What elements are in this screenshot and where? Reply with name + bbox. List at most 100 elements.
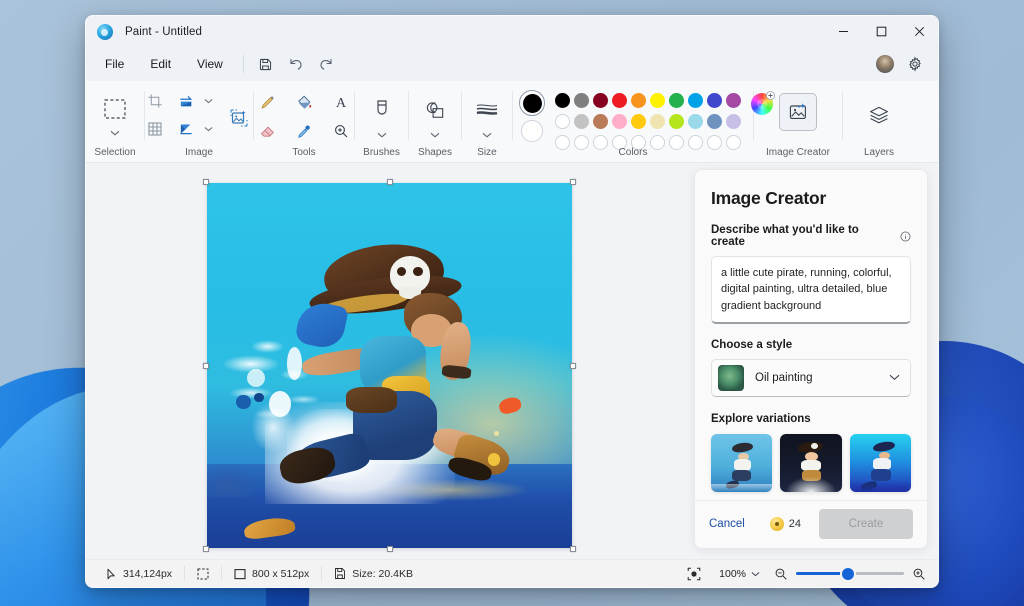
color-swatch[interactable] xyxy=(553,91,572,110)
menu-view[interactable]: View xyxy=(185,52,235,76)
rotate-chevron-down-icon[interactable] xyxy=(204,98,213,104)
color-swatch[interactable] xyxy=(629,112,648,131)
group-selection: Selection xyxy=(86,81,144,162)
rotate-icon[interactable] xyxy=(172,88,202,114)
style-dropdown[interactable]: Oil painting xyxy=(711,358,911,397)
canvas-artwork[interactable] xyxy=(207,183,572,548)
page-title: Image Creator xyxy=(711,188,827,208)
color-swatch[interactable] xyxy=(610,91,629,110)
variation-2[interactable] xyxy=(780,433,842,492)
primary-color-swatch[interactable] xyxy=(519,90,545,116)
menu-edit[interactable]: Edit xyxy=(138,52,183,76)
style-selected-value: Oil painting xyxy=(755,371,813,384)
redo-icon[interactable] xyxy=(311,52,341,76)
cursor-position-item: 314,124px xyxy=(94,565,184,583)
brushes-chevron-down-icon[interactable] xyxy=(377,132,387,138)
layers-icon[interactable] xyxy=(859,95,899,135)
resize-skew-icon[interactable] xyxy=(140,116,170,142)
svg-text:A: A xyxy=(336,96,347,110)
selection-handle[interactable] xyxy=(386,179,393,185)
group-label-image: Image xyxy=(185,147,213,158)
zoom-level-dropdown[interactable]: 100% xyxy=(713,564,766,584)
gear-icon[interactable] xyxy=(900,52,930,76)
group-layers: Layers xyxy=(843,81,915,162)
image-size-item: 800 x 512px xyxy=(222,565,321,583)
image-creator-icon[interactable] xyxy=(779,93,817,131)
color-swatch[interactable] xyxy=(705,91,724,110)
color-swatch[interactable] xyxy=(591,91,610,110)
group-label-layers: Layers xyxy=(863,147,894,158)
color-swatch[interactable] xyxy=(667,112,686,131)
selection-chevron-down-icon[interactable] xyxy=(110,130,120,136)
pencil-icon[interactable] xyxy=(252,89,282,115)
color-swatch[interactable] xyxy=(648,112,667,131)
zoom-slider[interactable] xyxy=(796,567,904,580)
account-avatar[interactable] xyxy=(876,55,894,73)
color-palette xyxy=(553,91,743,152)
magnifier-icon[interactable] xyxy=(326,118,356,144)
color-swatch[interactable] xyxy=(686,112,705,131)
color-swatch[interactable] xyxy=(610,112,629,131)
undo-icon[interactable] xyxy=(281,52,311,76)
color-swatch[interactable] xyxy=(724,91,743,110)
rectangular-selection-icon[interactable] xyxy=(95,89,135,129)
style-label: Choose a style xyxy=(711,338,793,351)
color-swatch[interactable] xyxy=(553,112,572,131)
brush-icon[interactable] xyxy=(362,90,402,130)
color-swatch[interactable] xyxy=(591,112,610,131)
crop-icon[interactable] xyxy=(140,88,170,114)
fill-bucket-icon[interactable] xyxy=(289,89,319,115)
line-size-icon[interactable] xyxy=(467,90,507,130)
eraser-icon[interactable] xyxy=(252,118,282,144)
selection-handle[interactable] xyxy=(203,179,209,185)
variation-1[interactable] xyxy=(711,433,773,492)
color-swatch[interactable] xyxy=(629,91,648,110)
file-size-item: Size: 20.4KB xyxy=(322,565,425,583)
menu-file[interactable]: File xyxy=(93,52,136,76)
palette-row-2 xyxy=(553,112,743,131)
selection-handle[interactable] xyxy=(386,546,393,552)
secondary-color-swatch[interactable] xyxy=(521,120,543,142)
selection-handle[interactable] xyxy=(203,546,209,552)
paint-icon xyxy=(97,23,113,40)
create-button[interactable]: Create xyxy=(819,509,913,540)
save-icon[interactable] xyxy=(251,52,281,76)
text-icon[interactable]: A xyxy=(326,89,356,115)
title-bar[interactable]: Paint - Untitled xyxy=(86,16,938,47)
color-swatch[interactable] xyxy=(724,112,743,131)
color-swatch[interactable] xyxy=(686,91,705,110)
color-swatch[interactable] xyxy=(667,91,686,110)
flip-chevron-down-icon[interactable] xyxy=(204,126,213,132)
selection-handle[interactable] xyxy=(570,179,576,185)
variations-label: Explore variations xyxy=(711,412,811,425)
color-swatch[interactable] xyxy=(648,91,667,110)
group-label-tools: Tools xyxy=(292,147,316,158)
zoom-out-icon[interactable] xyxy=(774,567,788,581)
cancel-button[interactable]: Cancel xyxy=(709,518,745,530)
token-count: 24 xyxy=(788,518,801,531)
color-swatch[interactable] xyxy=(572,91,591,110)
close-button[interactable] xyxy=(900,16,938,47)
shapes-icon[interactable] xyxy=(415,90,455,130)
size-chevron-down-icon[interactable] xyxy=(482,132,492,138)
color-swatch[interactable] xyxy=(705,112,724,131)
maximize-button[interactable] xyxy=(862,16,900,47)
zoom-in-icon[interactable] xyxy=(912,567,926,581)
shapes-chevron-down-icon[interactable] xyxy=(430,132,440,138)
canvas-selection[interactable] xyxy=(203,179,576,552)
color-swatch[interactable] xyxy=(572,112,591,131)
selection-handle[interactable] xyxy=(570,362,576,369)
selection-handle[interactable] xyxy=(203,362,209,369)
prompt-input[interactable]: a little cute pirate, running, colorful,… xyxy=(711,256,911,324)
info-icon[interactable] xyxy=(900,230,911,242)
group-image-creator: Image Creator xyxy=(754,81,842,162)
chevron-down-icon[interactable] xyxy=(889,374,900,381)
flip-icon[interactable] xyxy=(172,116,202,142)
zoom-slider-thumb[interactable] xyxy=(842,567,854,580)
selection-handle[interactable] xyxy=(570,546,576,552)
variation-3[interactable] xyxy=(849,433,911,492)
image-size-icon xyxy=(234,568,246,579)
eyedropper-icon[interactable] xyxy=(289,118,319,144)
fit-to-window-button[interactable] xyxy=(683,565,705,583)
minimize-button[interactable] xyxy=(824,16,862,47)
